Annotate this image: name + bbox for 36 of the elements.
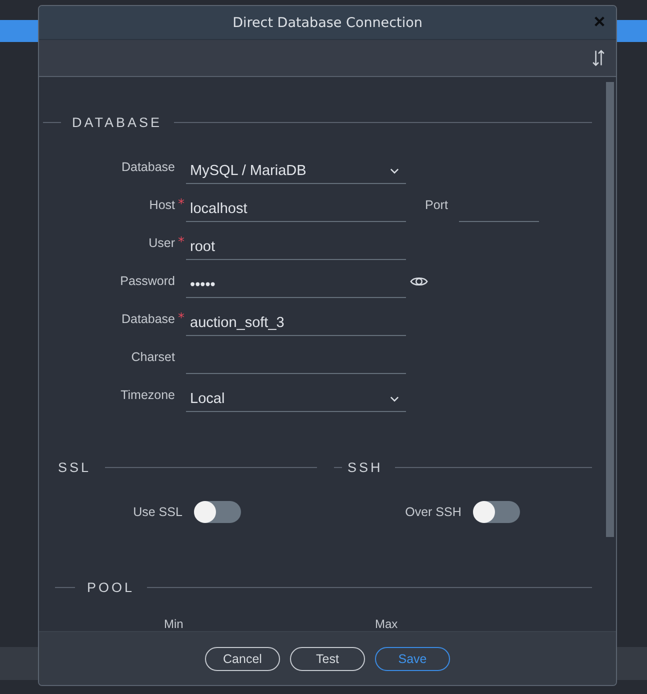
section-heading: SSH: [346, 460, 384, 474]
dropdown-field[interactable]: Local: [186, 384, 406, 412]
dropdown-field[interactable]: MySQL / MariaDB: [186, 156, 406, 184]
eye-icon[interactable]: [410, 274, 428, 288]
chevron-down-icon: [390, 396, 399, 402]
field-label: User: [148, 236, 175, 250]
dialog-button[interactable]: Test: [290, 646, 365, 670]
input-field[interactable]: localhost: [186, 194, 406, 222]
required-mark: *: [178, 311, 184, 326]
field-label: Host: [148, 198, 175, 212]
field-label: Min: [164, 617, 184, 631]
toggle-label: Over SSH: [405, 505, 462, 519]
field-label: Database: [120, 312, 175, 326]
required-mark: *: [178, 197, 184, 212]
chevron-down-icon: [390, 168, 399, 174]
toggle-switch[interactable]: [194, 501, 242, 523]
window-title: Direct Database Connection: [232, 14, 422, 30]
field-label: Password: [119, 274, 175, 288]
toggle-switch[interactable]: [473, 501, 520, 523]
input-field[interactable]: auction_soft_3: [186, 308, 406, 336]
scrollbar-thumb[interactable]: [606, 82, 614, 537]
input-field[interactable]: •••••: [186, 270, 406, 298]
section-heading: POOL: [86, 580, 136, 594]
section-heading: DATABASE: [71, 114, 164, 130]
field-label: Port: [425, 198, 449, 212]
field-label: Timezone: [120, 388, 175, 402]
field-label: Charset: [130, 350, 175, 364]
required-mark: *: [178, 235, 184, 250]
field-label: Database: [120, 160, 175, 174]
section-heading: SSL: [58, 460, 92, 474]
save-button[interactable]: Save: [375, 646, 450, 670]
dialog-button[interactable]: Cancel: [205, 646, 280, 670]
toggle-label: Use SSL: [133, 505, 182, 519]
input-field[interactable]: root: [186, 232, 406, 260]
sort-icon[interactable]: [592, 49, 605, 67]
field-label: Max: [375, 617, 399, 631]
